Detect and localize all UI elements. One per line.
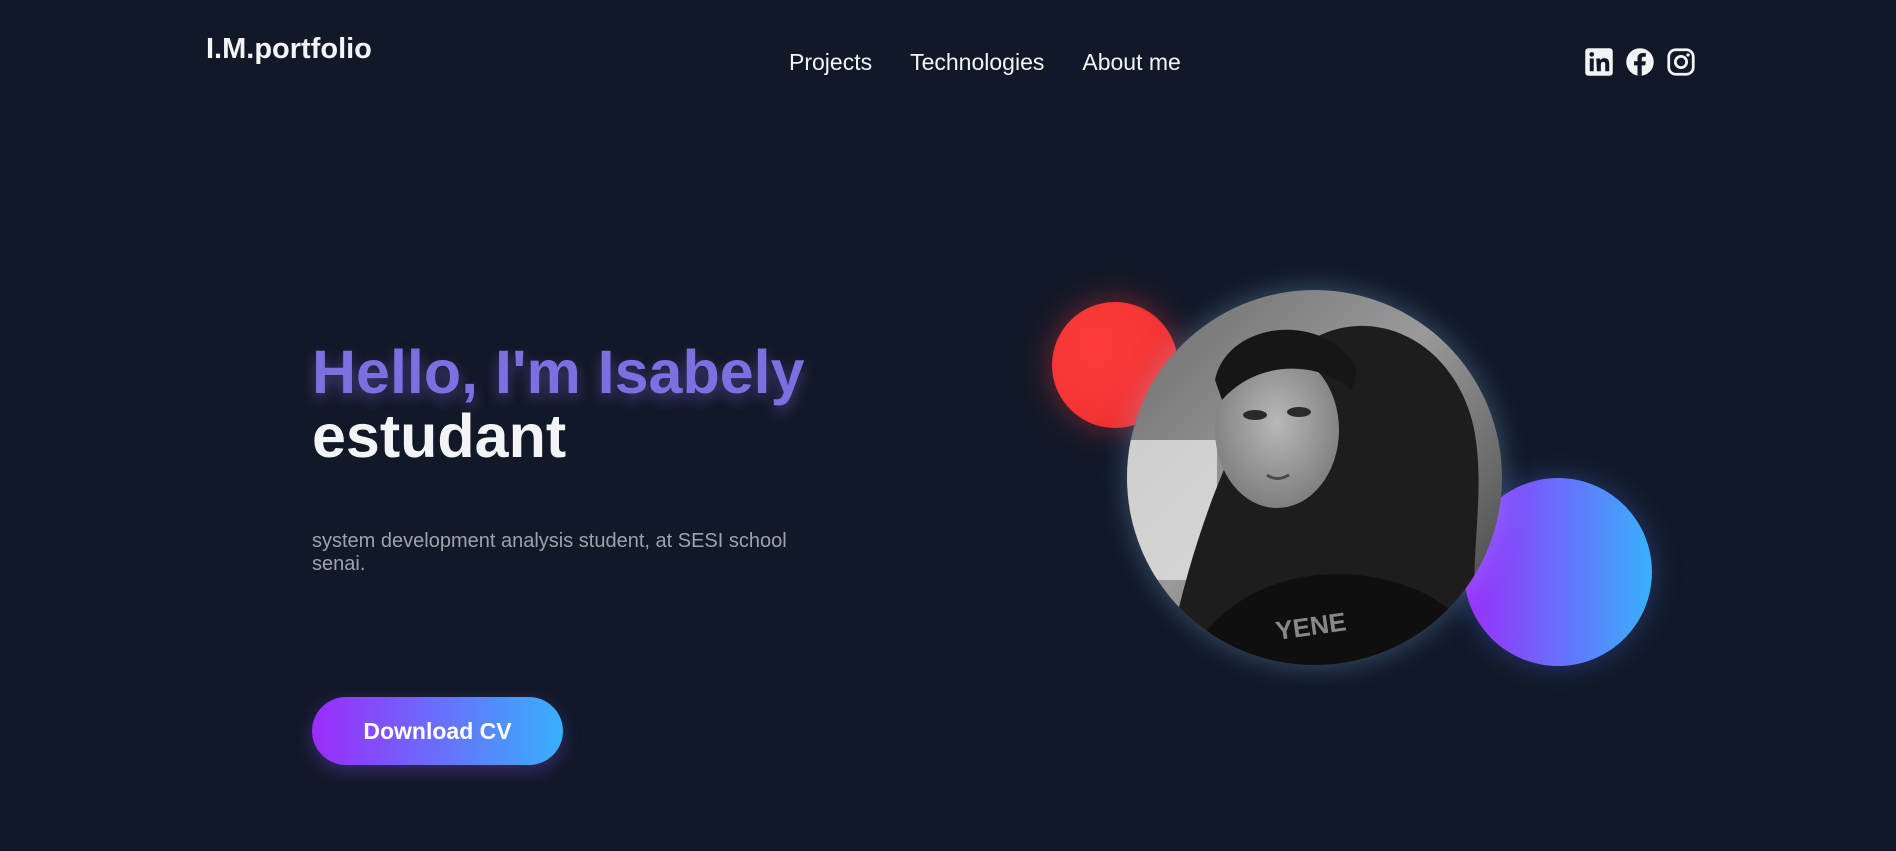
- nav-about-me[interactable]: About me: [1082, 47, 1180, 77]
- nav-projects[interactable]: Projects: [789, 47, 872, 77]
- profile-photo: YENE: [1127, 290, 1502, 665]
- portfolio-page: I.M.portfolio Projects Technologies Abou…: [0, 0, 1896, 851]
- instagram-link[interactable]: [1666, 47, 1696, 77]
- linkedin-icon: [1585, 48, 1613, 76]
- hero-greeting: Hello, I'm Isabely: [312, 338, 805, 406]
- hero-heading: Hello, I'm Isabely estudant: [312, 340, 805, 468]
- hero-role: estudant: [312, 402, 567, 470]
- profile-photo-image: YENE: [1127, 290, 1502, 665]
- instagram-icon: [1667, 48, 1695, 76]
- facebook-link[interactable]: [1625, 47, 1655, 77]
- linkedin-link[interactable]: [1584, 47, 1614, 77]
- download-cv-button[interactable]: Download CV: [312, 697, 563, 765]
- nav-technologies[interactable]: Technologies: [910, 47, 1044, 77]
- social-links: [1584, 47, 1696, 77]
- facebook-icon: [1626, 48, 1654, 76]
- main-nav: Projects Technologies About me: [789, 47, 1181, 77]
- hero-description: system development analysis student, at …: [312, 530, 787, 575]
- site-logo[interactable]: I.M.portfolio: [206, 33, 372, 66]
